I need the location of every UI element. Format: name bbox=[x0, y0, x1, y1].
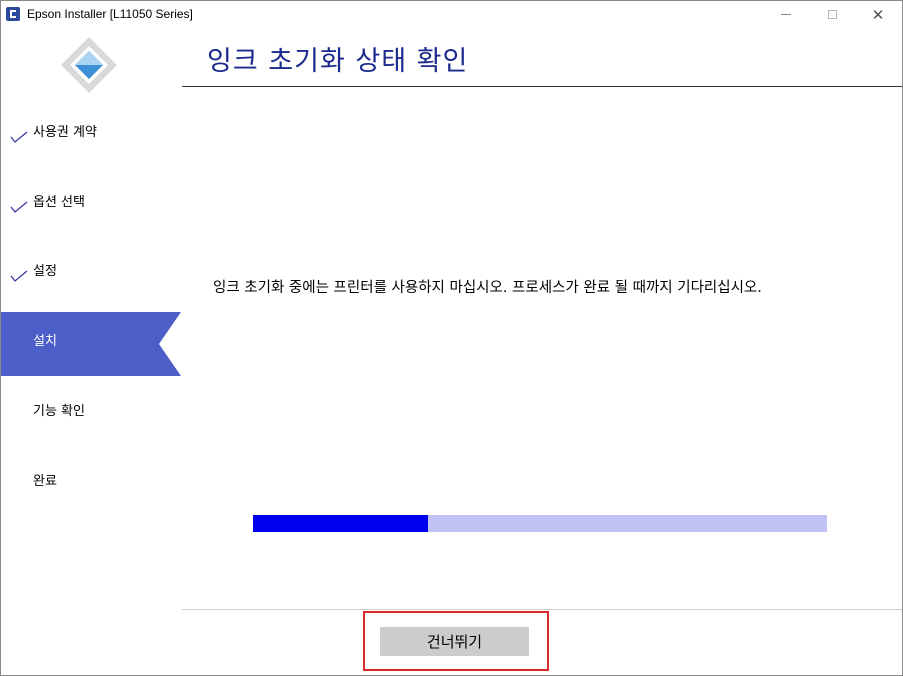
check-icon bbox=[10, 201, 28, 213]
progress-bar-fill bbox=[253, 515, 429, 532]
sidebar-item-label: 사용권 계약 bbox=[33, 125, 97, 140]
check-icon bbox=[10, 131, 28, 143]
sidebar-item-setup: 설정 bbox=[1, 239, 181, 303]
title-bar[interactable]: Epson Installer [L11050 Series] ✕ bbox=[1, 1, 902, 28]
maximize-icon bbox=[827, 10, 837, 19]
close-icon: ✕ bbox=[871, 5, 885, 24]
sidebar-item-license: 사용권 계약 bbox=[1, 100, 181, 164]
close-button[interactable]: ✕ bbox=[855, 1, 901, 28]
title-divider bbox=[182, 86, 902, 87]
sidebar-item-complete: 완료 bbox=[1, 449, 181, 513]
status-message: 잉크 초기화 중에는 프린터를 사용하지 마십시오. 프로세스가 완료 될 때까… bbox=[213, 280, 762, 296]
footer-divider bbox=[182, 609, 902, 610]
sidebar-item-label: 기능 확인 bbox=[33, 404, 85, 419]
window-title: Epson Installer [L11050 Series] bbox=[27, 7, 193, 21]
check-icon bbox=[10, 270, 28, 282]
progress-bar bbox=[253, 515, 827, 532]
minimize-button[interactable] bbox=[763, 1, 809, 28]
installer-window: Epson Installer [L11050 Series] ✕ 사용권 계약… bbox=[0, 0, 903, 676]
sidebar-item-label: 완료 bbox=[33, 474, 57, 489]
sidebar-item-label: 설치 bbox=[33, 334, 57, 349]
maximize-button[interactable] bbox=[809, 1, 855, 28]
sidebar-item-label: 옵션 선택 bbox=[33, 195, 85, 210]
sidebar-item-install: 설치 bbox=[1, 312, 181, 376]
epson-app-icon bbox=[6, 7, 20, 21]
epson-installer-logo bbox=[61, 37, 117, 93]
sidebar-item-label: 설정 bbox=[33, 264, 57, 279]
active-step-indicator bbox=[159, 312, 181, 376]
skip-button[interactable]: 건너뛰기 bbox=[380, 627, 529, 656]
page-title: 잉크 초기화 상태 확인 bbox=[207, 46, 469, 77]
minimize-icon bbox=[781, 14, 791, 15]
sidebar-item-feature-check: 기능 확인 bbox=[1, 379, 181, 443]
sidebar-item-options: 옵션 선택 bbox=[1, 170, 181, 234]
